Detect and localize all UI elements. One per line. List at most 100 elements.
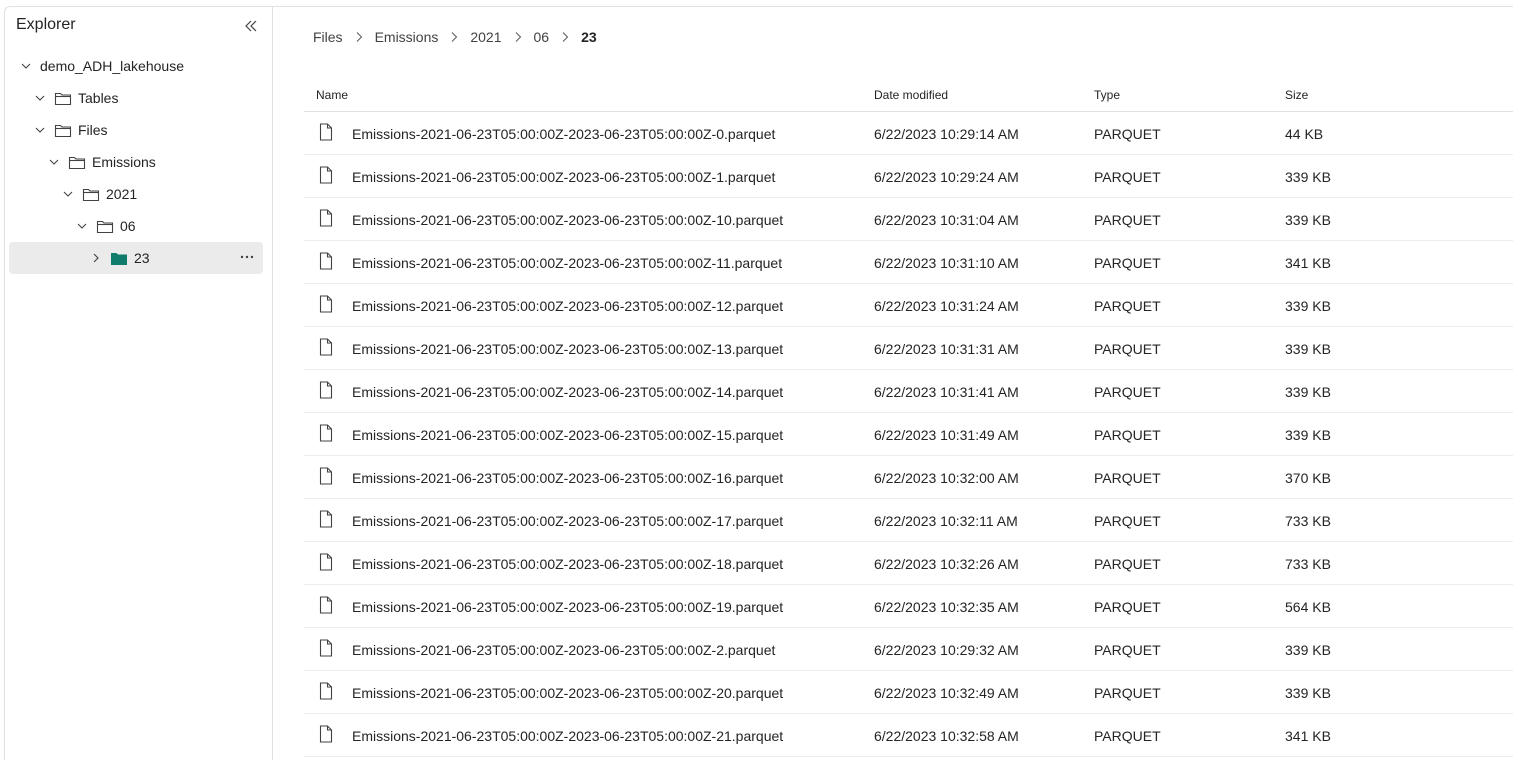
folder-icon xyxy=(68,154,86,170)
file-icon xyxy=(318,123,334,141)
file-name: Emissions-2021-06-23T05:00:00Z-2023-06-2… xyxy=(352,728,784,744)
chevron-right-icon[interactable] xyxy=(88,250,104,266)
tree-item-23[interactable]: 23 xyxy=(9,242,263,274)
tree-item-files[interactable]: Files xyxy=(4,114,266,146)
chevron-right-icon xyxy=(446,29,462,45)
file-type: PARQUET xyxy=(1094,642,1161,658)
table-row[interactable]: Emissions-2021-06-23T05:00:00Z-2023-06-2… xyxy=(304,284,1513,327)
table-row[interactable]: Emissions-2021-06-23T05:00:00Z-2023-06-2… xyxy=(304,327,1513,370)
file-size: 564 KB xyxy=(1285,599,1331,615)
file-icon xyxy=(318,553,334,571)
table-row[interactable]: Emissions-2021-06-23T05:00:00Z-2023-06-2… xyxy=(304,413,1513,456)
file-size: 733 KB xyxy=(1285,513,1331,529)
file-name: Emissions-2021-06-23T05:00:00Z-2023-06-2… xyxy=(352,169,776,185)
chevron-down-icon[interactable] xyxy=(18,58,34,74)
tree-item-tables[interactable]: Tables xyxy=(4,82,266,114)
date-modified: 6/22/2023 10:32:58 AM xyxy=(874,728,1019,744)
file-type: PARQUET xyxy=(1094,470,1161,486)
breadcrumb-item[interactable]: 06 xyxy=(534,29,550,45)
file-name: Emissions-2021-06-23T05:00:00Z-2023-06-2… xyxy=(352,427,784,443)
breadcrumb-item[interactable]: 23 xyxy=(581,29,597,45)
date-modified: 6/22/2023 10:31:41 AM xyxy=(874,384,1019,400)
double-chevron-left-icon xyxy=(245,20,257,32)
table-row[interactable]: Emissions-2021-06-23T05:00:00Z-2023-06-2… xyxy=(304,456,1513,499)
file-icon xyxy=(318,596,334,614)
chevron-down-icon[interactable] xyxy=(60,186,76,202)
file-size: 370 KB xyxy=(1285,470,1331,486)
file-size: 733 KB xyxy=(1285,556,1331,572)
table-row[interactable]: Emissions-2021-06-23T05:00:00Z-2023-06-2… xyxy=(304,198,1513,241)
chevron-right-icon xyxy=(510,29,526,45)
tree-item-06[interactable]: 06 xyxy=(4,210,266,242)
chevron-down-icon[interactable] xyxy=(32,90,48,106)
file-type: PARQUET xyxy=(1094,427,1161,443)
file-name: Emissions-2021-06-23T05:00:00Z-2023-06-2… xyxy=(352,642,776,658)
column-header-name[interactable]: Name xyxy=(316,88,348,102)
breadcrumb-item[interactable]: 2021 xyxy=(470,29,501,45)
table-row[interactable]: Emissions-2021-06-23T05:00:00Z-2023-06-2… xyxy=(304,585,1513,628)
tree-item-2021[interactable]: 2021 xyxy=(4,178,266,210)
file-type: PARQUET xyxy=(1094,255,1161,271)
tree-item-label: demo_ADH_lakehouse xyxy=(40,58,184,74)
table-row[interactable]: Emissions-2021-06-23T05:00:00Z-2023-06-2… xyxy=(304,241,1513,284)
file-name: Emissions-2021-06-23T05:00:00Z-2023-06-2… xyxy=(352,513,784,529)
folder-icon xyxy=(96,218,114,234)
table-row[interactable]: Emissions-2021-06-23T05:00:00Z-2023-06-2… xyxy=(304,370,1513,413)
file-icon xyxy=(318,467,334,485)
file-name: Emissions-2021-06-23T05:00:00Z-2023-06-2… xyxy=(352,384,784,400)
file-size: 341 KB xyxy=(1285,728,1331,744)
file-icon xyxy=(318,209,334,227)
breadcrumb-item[interactable]: Files xyxy=(313,29,343,45)
column-header-type[interactable]: Type xyxy=(1094,88,1120,102)
table-row[interactable]: Emissions-2021-06-23T05:00:00Z-2023-06-2… xyxy=(304,542,1513,585)
collapse-sidebar-button[interactable] xyxy=(242,17,260,35)
file-size: 341 KB xyxy=(1285,255,1331,271)
tree-item-emissions[interactable]: Emissions xyxy=(4,146,266,178)
file-type: PARQUET xyxy=(1094,126,1161,142)
file-type: PARQUET xyxy=(1094,685,1161,701)
column-header-date-modified[interactable]: Date modified xyxy=(874,88,948,102)
date-modified: 6/22/2023 10:29:32 AM xyxy=(874,642,1019,658)
date-modified: 6/22/2023 10:31:31 AM xyxy=(874,341,1019,357)
chevron-right-icon xyxy=(351,29,367,45)
tree-item-label: Tables xyxy=(78,90,119,106)
date-modified: 6/22/2023 10:32:11 AM xyxy=(874,513,1018,529)
breadcrumb-item[interactable]: Emissions xyxy=(375,29,439,45)
table-header: Name Date modified Type Size xyxy=(304,74,1513,112)
table-row[interactable]: Emissions-2021-06-23T05:00:00Z-2023-06-2… xyxy=(304,714,1513,757)
file-name: Emissions-2021-06-23T05:00:00Z-2023-06-2… xyxy=(352,470,784,486)
date-modified: 6/22/2023 10:31:24 AM xyxy=(874,298,1019,314)
table-row[interactable]: Emissions-2021-06-23T05:00:00Z-2023-06-2… xyxy=(304,155,1513,198)
tree-item-demo-adh-lakehouse[interactable]: demo_ADH_lakehouse xyxy=(4,50,266,82)
column-header-size[interactable]: Size xyxy=(1285,88,1308,102)
file-type: PARQUET xyxy=(1094,298,1161,314)
date-modified: 6/22/2023 10:32:49 AM xyxy=(874,685,1019,701)
file-size: 339 KB xyxy=(1285,341,1331,357)
file-icon xyxy=(318,639,334,657)
date-modified: 6/22/2023 10:31:04 AM xyxy=(874,212,1019,228)
more-options-icon[interactable] xyxy=(239,249,255,265)
table-row[interactable]: Emissions-2021-06-23T05:00:00Z-2023-06-2… xyxy=(304,499,1513,542)
tree-item-label: Emissions xyxy=(92,154,156,170)
date-modified: 6/22/2023 10:29:24 AM xyxy=(874,169,1019,185)
file-name: Emissions-2021-06-23T05:00:00Z-2023-06-2… xyxy=(352,298,784,314)
folder-icon xyxy=(54,122,72,138)
file-icon xyxy=(318,381,334,399)
file-type: PARQUET xyxy=(1094,169,1161,185)
file-type: PARQUET xyxy=(1094,384,1161,400)
chevron-down-icon[interactable] xyxy=(46,154,62,170)
file-name: Emissions-2021-06-23T05:00:00Z-2023-06-2… xyxy=(352,599,784,615)
chevron-down-icon[interactable] xyxy=(74,218,90,234)
table-row[interactable]: Emissions-2021-06-23T05:00:00Z-2023-06-2… xyxy=(304,671,1513,714)
file-table: Name Date modified Type Size Emissions-2… xyxy=(304,74,1513,757)
file-type: PARQUET xyxy=(1094,728,1161,744)
file-size: 339 KB xyxy=(1285,298,1331,314)
table-row[interactable]: Emissions-2021-06-23T05:00:00Z-2023-06-2… xyxy=(304,112,1513,155)
file-name: Emissions-2021-06-23T05:00:00Z-2023-06-2… xyxy=(352,126,776,142)
file-icon xyxy=(318,424,334,442)
folder-icon xyxy=(82,186,100,202)
chevron-down-icon[interactable] xyxy=(32,122,48,138)
breadcrumb: Files Emissions 2021 06 23 xyxy=(313,29,597,45)
sidebar-title: Explorer xyxy=(16,16,76,33)
table-row[interactable]: Emissions-2021-06-23T05:00:00Z-2023-06-2… xyxy=(304,628,1513,671)
